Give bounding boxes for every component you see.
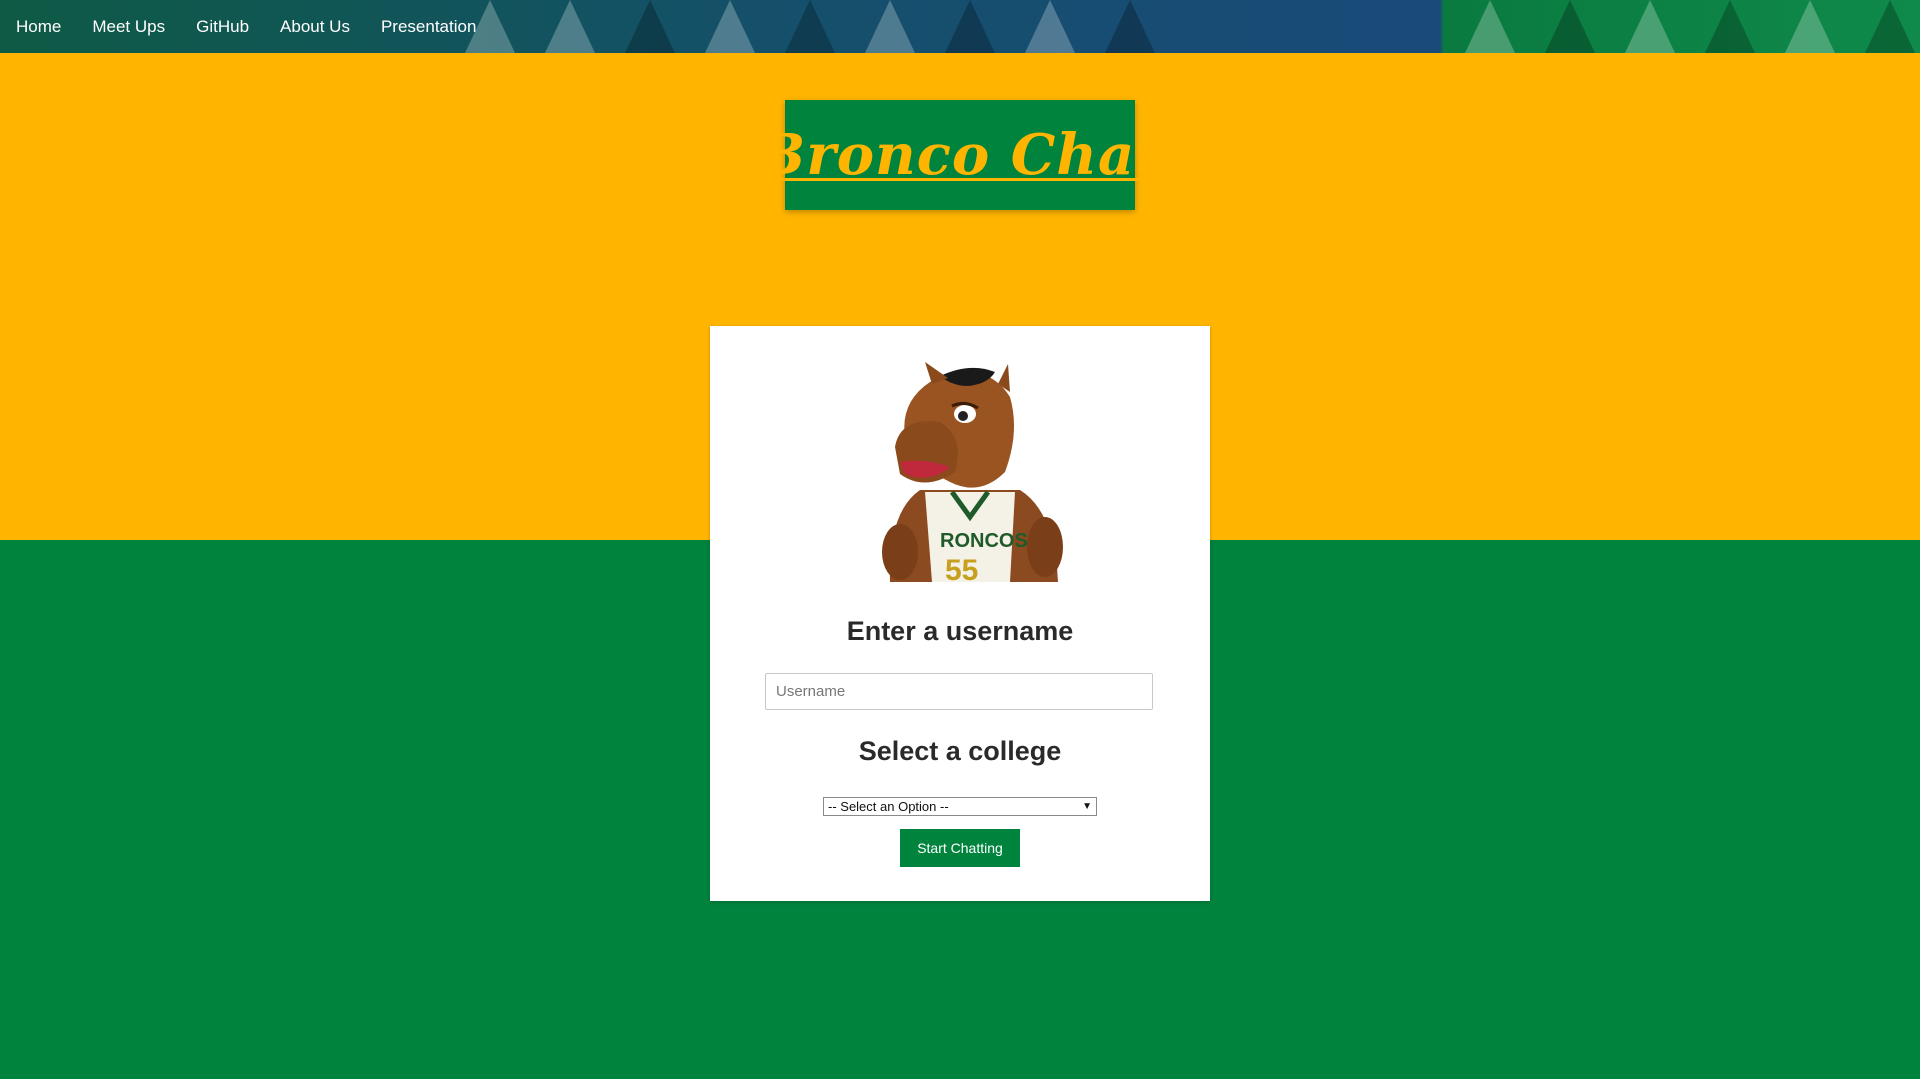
nav-about-us[interactable]: About Us [280, 17, 350, 37]
college-select-value: -- Select an Option -- [828, 799, 949, 814]
start-chatting-button[interactable]: Start Chatting [900, 829, 1020, 867]
dropdown-arrow-icon: ▼ [1082, 801, 1092, 812]
nav-github[interactable]: GitHub [196, 17, 249, 37]
nav-home[interactable]: Home [16, 17, 61, 37]
nav-meet-ups[interactable]: Meet Ups [92, 17, 165, 37]
nav-presentation[interactable]: Presentation [381, 17, 476, 37]
college-heading: Select a college [858, 736, 1062, 766]
svg-text:55: 55 [945, 554, 978, 582]
bronco-mascot-image: RONCOS 55 [882, 362, 1063, 582]
username-input[interactable] [765, 673, 1153, 710]
top-navbar: Home Meet Ups GitHub About Us Presentati… [0, 0, 1920, 53]
login-card: RONCOS 55 Enter a username Select a coll… [710, 326, 1210, 901]
username-heading: Enter a username [846, 616, 1074, 646]
svg-text:RONCOS: RONCOS [940, 530, 1028, 552]
nav-links: Home Meet Ups GitHub About Us Presentati… [0, 0, 491, 53]
app-logo: Bronco Chat [758, 100, 1161, 210]
logo-text: Bronco Chat [757, 122, 1163, 188]
college-select[interactable]: -- Select an Option -- ▼ [823, 797, 1097, 816]
